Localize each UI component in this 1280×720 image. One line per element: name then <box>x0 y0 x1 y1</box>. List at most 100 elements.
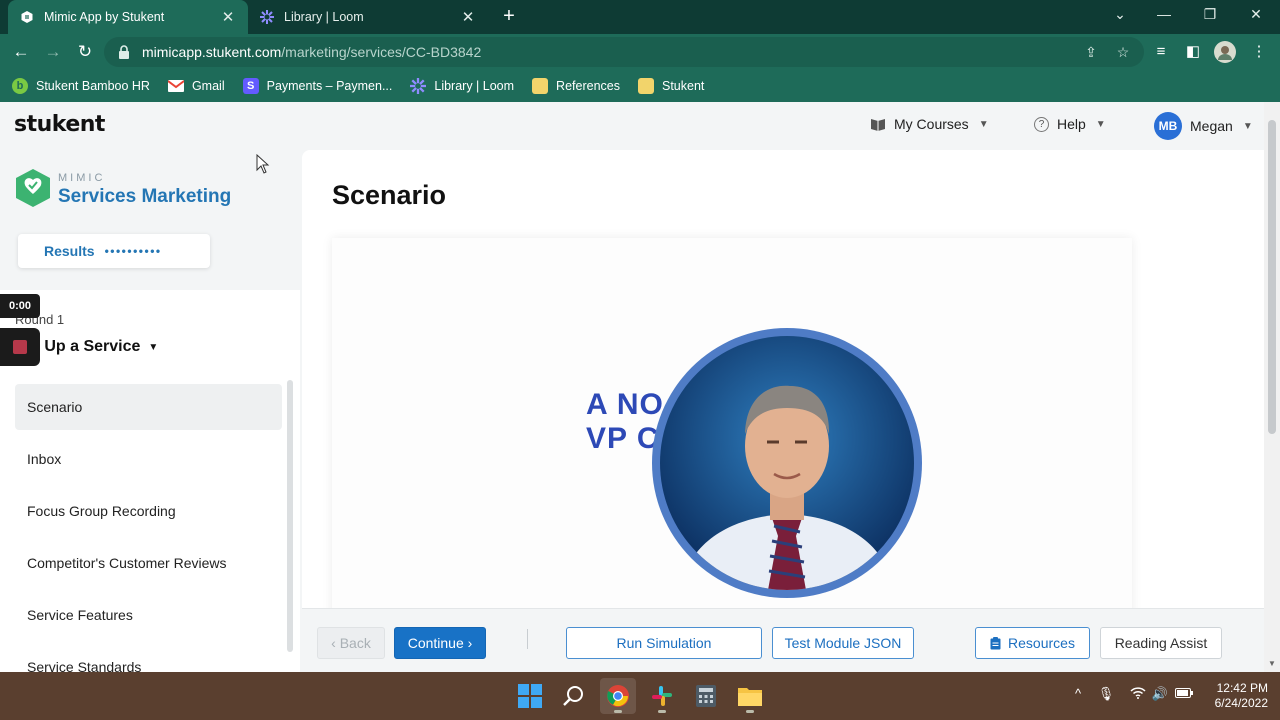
course-title: Services Marketing <box>58 186 232 207</box>
sidebar-item-label: Competitor's Customer Reviews <box>27 555 227 571</box>
folder-icon <box>637 78 654 94</box>
bookmark-label: References <box>556 79 620 93</box>
volume-icon[interactable]: 🔊 <box>1150 686 1170 702</box>
loom-favicon-icon <box>260 10 274 24</box>
windows-taskbar: ^ 🎙 🔊 12:42 PM 6/24/2022 <box>0 672 1280 720</box>
browser-tab-bar: Mimic App by Stukent ✕ Library | Loom ✕ … <box>0 0 1280 34</box>
results-progress-dots: •••••••••• <box>104 244 162 258</box>
stop-icon <box>13 340 27 354</box>
bookmark-label: Stukent <box>661 79 705 93</box>
user-name: Megan <box>1190 118 1233 134</box>
mimic-hexagon-icon <box>16 169 50 207</box>
chrome-taskbar-icon[interactable] <box>600 678 636 714</box>
show-hidden-icons-icon[interactable]: ^ <box>1068 686 1088 701</box>
slack-icon[interactable] <box>644 678 680 714</box>
close-window-icon[interactable]: ✕ <box>1244 6 1268 28</box>
windows-start-icon[interactable] <box>512 678 548 714</box>
bookmark-stukent[interactable]: Stukent <box>637 78 705 94</box>
gmail-icon <box>167 78 184 94</box>
sidebar-item-label: Scenario <box>27 399 83 415</box>
search-icon[interactable] <box>556 678 592 714</box>
media-controls-icon[interactable]: ≡ <box>1150 41 1172 63</box>
bookmark-references[interactable]: References <box>532 78 620 94</box>
share-icon[interactable]: ⇪ <box>1082 44 1100 62</box>
chevron-down-icon: ▼ <box>1242 120 1253 132</box>
reload-icon[interactable]: ↻ <box>74 41 96 63</box>
new-tab-button[interactable]: + <box>498 6 520 28</box>
microphone-icon[interactable]: 🎙 <box>1096 686 1116 702</box>
bookmark-star-icon[interactable]: ☆ <box>1114 44 1132 62</box>
scroll-down-arrow-icon[interactable]: ▼ <box>1268 659 1276 668</box>
reading-assist-button[interactable]: Reading Assist <box>1100 627 1222 659</box>
scrollbar-thumb[interactable] <box>1268 120 1276 434</box>
system-clock[interactable]: 12:42 PM 6/24/2022 <box>1204 681 1268 711</box>
help-circle-icon: ? <box>1034 116 1049 132</box>
sidebar-item-scenario[interactable]: Scenario <box>15 384 282 430</box>
lock-icon <box>119 45 129 59</box>
sidebar-item-service-features[interactable]: Service Features <box>15 592 282 638</box>
tab-title: Library | Loom <box>284 10 364 24</box>
bookmark-label: Payments – Paymen... <box>266 79 393 93</box>
calculator-icon[interactable] <box>688 678 724 714</box>
close-tab-icon[interactable]: ✕ <box>220 8 236 26</box>
battery-icon[interactable] <box>1174 686 1194 701</box>
file-explorer-icon[interactable] <box>732 678 768 714</box>
bamboo-icon: b <box>12 78 28 94</box>
tab-library-loom[interactable]: Library | Loom ✕ <box>250 0 486 34</box>
help-menu[interactable]: ? Help ▼ <box>1034 116 1106 132</box>
sidebar-item-inbox[interactable]: Inbox <box>15 436 282 482</box>
book-icon <box>870 116 886 132</box>
clock-date: 6/24/2022 <box>1214 696 1268 710</box>
scenario-video[interactable]: A NO VP C <box>332 238 1132 608</box>
back-arrow-icon[interactable]: ← <box>10 41 32 63</box>
tab-search-icon[interactable]: ⌄ <box>1108 6 1132 28</box>
run-simulation-button[interactable]: Run Simulation <box>566 627 762 659</box>
browser-toolbar: ← → ↻ mimicapp.stukent.com/marketing/ser… <box>0 34 1280 70</box>
page-title: Scenario <box>332 180 447 210</box>
sidebar-item-label: Inbox <box>27 451 62 467</box>
clock-time: 12:42 PM <box>1216 681 1268 695</box>
bookmark-bamboo-hr[interactable]: b Stukent Bamboo HR <box>12 78 150 94</box>
module-navigation: Round 1 Set Up a Service ▼ Scenario Inbo… <box>0 290 300 672</box>
results-button[interactable]: Results •••••••••• <box>18 234 210 268</box>
back-button[interactable]: ‹ Back <box>317 627 385 659</box>
video-caption-line: A NO <box>586 388 664 421</box>
bookmark-gmail[interactable]: Gmail <box>167 78 225 94</box>
resources-button[interactable]: Resources <box>975 627 1090 659</box>
my-courses-menu[interactable]: My Courses ▼ <box>870 116 989 132</box>
recording-timer: 0:00 <box>0 294 40 318</box>
stukent-favicon-icon <box>20 10 34 24</box>
app-header: stukent My Courses ▼ ? Help ▼ MB Megan ▼ <box>0 102 1264 150</box>
mouse-cursor-icon <box>256 154 270 174</box>
wifi-icon[interactable] <box>1128 686 1148 702</box>
url-host: mimicapp.stukent.com <box>142 44 282 60</box>
close-tab-icon[interactable]: ✕ <box>460 8 476 26</box>
restore-window-icon[interactable]: ❐ <box>1198 6 1222 28</box>
chevron-down-icon: ▼ <box>978 118 989 130</box>
module-step-list: Scenario Inbox Focus Group Recording Com… <box>15 384 282 672</box>
bookmark-loom[interactable]: Library | Loom <box>410 78 514 94</box>
profile-avatar-icon[interactable] <box>1214 41 1236 63</box>
url-path: /marketing/services/CC-BD3842 <box>281 44 482 60</box>
chrome-menu-icon[interactable]: ⋮ <box>1248 41 1270 63</box>
page-scrollbar[interactable]: ▼ <box>1264 102 1280 672</box>
sidebar-item-service-standards[interactable]: Service Standards <box>15 644 282 672</box>
sidebar-item-competitor-reviews[interactable]: Competitor's Customer Reviews <box>15 540 282 586</box>
stop-recording-button[interactable] <box>0 328 40 366</box>
test-module-json-button[interactable]: Test Module JSON <box>772 627 914 659</box>
chevron-down-icon: ▼ <box>148 341 159 353</box>
loom-icon <box>410 78 427 94</box>
bookmark-payments[interactable]: S Payments – Paymen... <box>242 78 393 94</box>
stukent-logo[interactable]: stukent <box>14 112 105 137</box>
continue-button[interactable]: Continue › <box>394 627 486 659</box>
forward-arrow-icon[interactable]: → <box>42 41 64 63</box>
address-bar[interactable]: mimicapp.stukent.com/marketing/services/… <box>104 37 1144 67</box>
sidebar-scrollbar[interactable] <box>287 380 293 652</box>
stripe-icon: S <box>242 78 259 94</box>
minimize-window-icon[interactable]: — <box>1152 6 1176 28</box>
sidebar-item-focus-group-recording[interactable]: Focus Group Recording <box>15 488 282 534</box>
sidebar: MIMIC Services Marketing Results •••••••… <box>0 150 300 672</box>
side-panel-icon[interactable]: ◧ <box>1182 41 1204 63</box>
user-menu[interactable]: MB Megan ▼ <box>1154 112 1253 140</box>
tab-mimic-app[interactable]: Mimic App by Stukent ✕ <box>8 0 248 34</box>
